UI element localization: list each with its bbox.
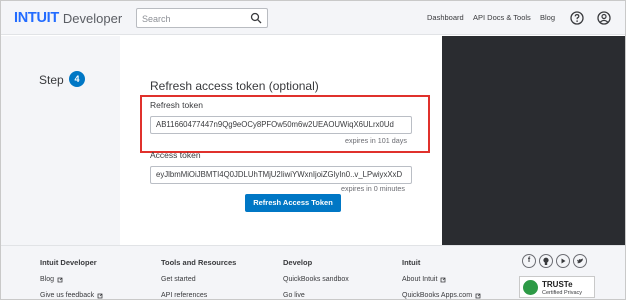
search-input[interactable] [137,10,245,28]
truste-badge[interactable]: TRUSTe Certified Privacy [519,276,595,298]
user-profile-icon[interactable] [597,11,611,25]
search-icon[interactable] [250,12,262,24]
footer-link-sandbox[interactable]: QuickBooks sandbox [283,276,349,283]
footer-heading-tools: Tools and Resources [161,258,237,267]
top-header: INTUIT Developer Dashboard API Docs & To… [1,1,625,35]
refresh-access-token-button[interactable]: Refresh Access Token [245,194,341,212]
footer-link-about-intuit[interactable]: About Intuit [402,276,446,283]
twitter-icon[interactable] [573,254,587,268]
truste-title: TRUSTe [542,280,573,289]
footer-heading-intuit-developer: Intuit Developer [40,258,97,267]
footer-link-feedback[interactable]: Give us feedback [40,292,103,299]
brand-name: INTUIT [14,10,59,26]
external-link-icon [57,277,63,282]
nav-dashboard[interactable]: Dashboard [427,13,464,22]
section-title: Refresh access token (optional) [150,79,319,93]
search-box [136,8,268,28]
nav-api-docs[interactable]: API Docs & Tools [473,13,531,22]
youtube-icon[interactable] [556,254,570,268]
twitter-glyph-icon [577,258,583,264]
footer-link-label: About Intuit [402,276,438,283]
github-glyph-icon [543,257,549,265]
external-link-icon [97,293,103,298]
dark-side-panel [442,36,625,245]
step-number-badge: 4 [69,71,85,87]
footer-link-label: Give us feedback [40,292,95,299]
external-link-icon [441,277,446,282]
access-token-label: Access token [150,150,201,160]
footer-link-get-started[interactable]: Get started [161,276,196,283]
footer-heading-develop: Develop [283,258,313,267]
access-token-expiry: expires in 0 minutes [341,184,405,193]
footer-link-quickbooks-apps[interactable]: QuickBooks Apps.com [402,292,481,299]
highlight-box [140,95,430,153]
youtube-glyph-icon [561,258,566,264]
step-label: Step [39,73,64,87]
access-token-field[interactable]: eyJlbmMiOiJBMTI4Q0JDLUhTMjU2IiwiYWxnIjoi… [150,166,412,184]
external-link-icon [475,293,481,298]
nav-blog[interactable]: Blog [540,13,555,22]
footer-link-blog[interactable]: Blog [40,276,63,283]
intuit-developer-logo[interactable]: INTUIT Developer [14,10,122,26]
truste-seal-icon [523,280,538,295]
footer-heading-intuit: Intuit [402,258,421,267]
truste-subtitle: Certified Privacy [542,290,583,296]
footer-link-go-live[interactable]: Go live [283,292,305,299]
footer-link-api-references[interactable]: API references [161,292,207,299]
github-icon[interactable] [539,254,553,268]
help-icon[interactable] [570,11,584,25]
footer-link-label: QuickBooks Apps.com [402,292,473,299]
facebook-icon[interactable]: f [522,254,536,268]
product-name: Developer [62,10,123,26]
footer-link-label: Blog [40,276,55,283]
